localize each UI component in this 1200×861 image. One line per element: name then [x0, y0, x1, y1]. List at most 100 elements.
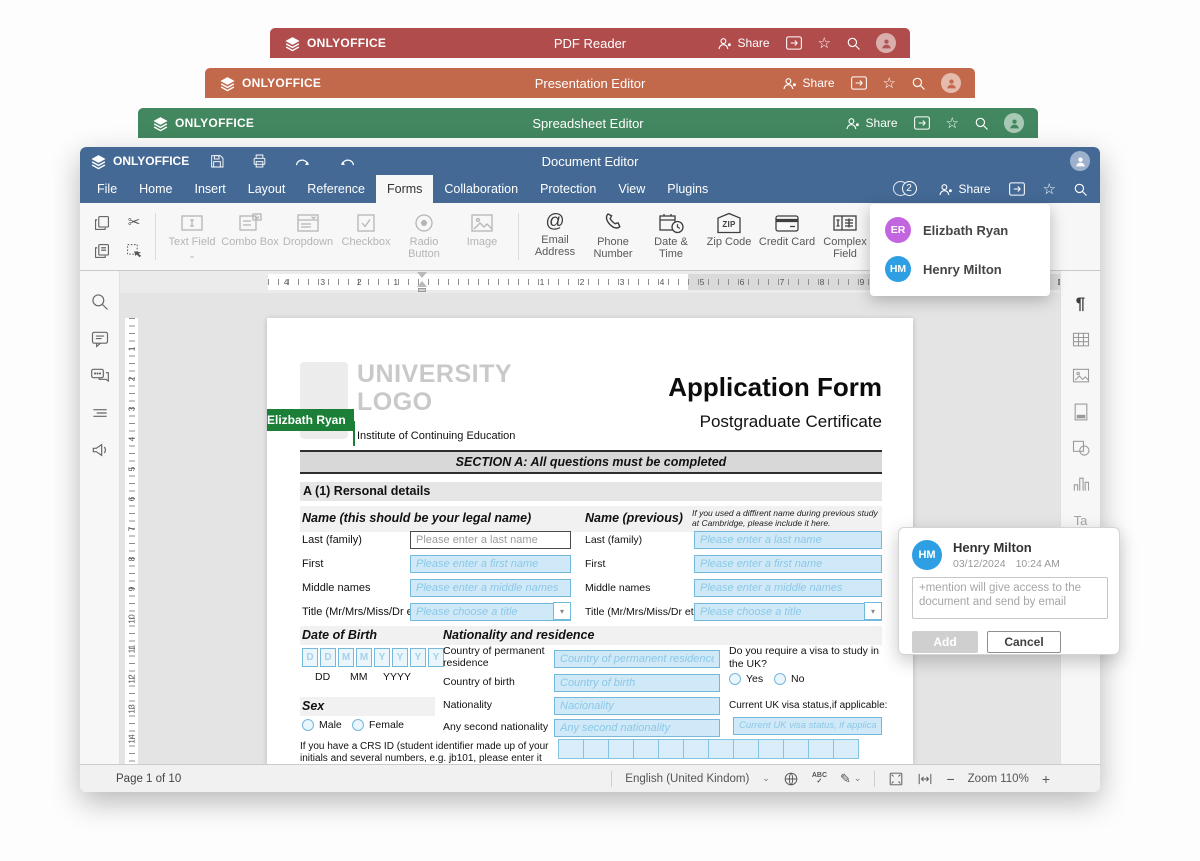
- sex-male-option[interactable]: Male: [302, 719, 342, 731]
- active-users-badge[interactable]: 2: [893, 180, 921, 198]
- comments-icon[interactable]: [89, 328, 111, 350]
- feedback-icon[interactable]: [89, 439, 111, 461]
- tab-home[interactable]: Home: [128, 175, 183, 203]
- tab-layout[interactable]: Layout: [237, 175, 297, 203]
- comment-input[interactable]: [912, 577, 1108, 619]
- radio-icon[interactable]: [774, 673, 786, 685]
- cancel-comment-button[interactable]: Cancel: [987, 631, 1061, 653]
- zoom-level[interactable]: Zoom 110%: [968, 773, 1029, 785]
- indent-marker[interactable]: [417, 272, 427, 292]
- open-file-location-icon[interactable]: [785, 35, 803, 51]
- share-button[interactable]: Share: [782, 76, 835, 91]
- window-spreadsheet-editor-titlebar[interactable]: ONLYOFFICE Spreadsheet Editor Share ☆: [138, 108, 1038, 138]
- first-name-prev-input[interactable]: [694, 555, 882, 573]
- window-presentation-editor-titlebar[interactable]: ONLYOFFICE Presentation Editor Share ☆: [205, 68, 975, 98]
- tab-file[interactable]: File: [86, 175, 128, 203]
- search-icon[interactable]: [911, 76, 926, 91]
- tab-collaboration[interactable]: Collaboration: [433, 175, 529, 203]
- credit-card-button[interactable]: Credit Card: [758, 203, 816, 270]
- radio-icon[interactable]: [352, 719, 364, 731]
- open-file-location-icon[interactable]: [850, 75, 868, 91]
- open-file-location-icon[interactable]: [1008, 181, 1026, 197]
- search-icon[interactable]: [974, 116, 989, 131]
- window-pdf-reader-titlebar[interactable]: ONLYOFFICE PDF Reader Share ☆: [270, 28, 910, 58]
- title-combo-input[interactable]: [410, 603, 571, 621]
- image-button[interactable]: Image: [453, 203, 511, 270]
- dob-boxes[interactable]: DDMMYYYY: [302, 648, 444, 667]
- paragraph-settings-icon[interactable]: ¶: [1070, 293, 1092, 315]
- table-settings-icon[interactable]: [1070, 329, 1092, 351]
- phone-number-button[interactable]: Phone Number: [584, 203, 642, 270]
- save-icon[interactable]: [209, 153, 225, 169]
- sex-female-option[interactable]: Female: [352, 719, 404, 731]
- search-icon[interactable]: [846, 36, 861, 51]
- redo-icon[interactable]: [294, 155, 312, 167]
- country-birth-input[interactable]: [554, 674, 720, 692]
- tab-view[interactable]: View: [607, 175, 656, 203]
- header-footer-settings-icon[interactable]: [1070, 401, 1092, 423]
- radio-icon[interactable]: [729, 673, 741, 685]
- tab-forms[interactable]: Forms: [376, 175, 433, 203]
- document-editor-titlebar[interactable]: ONLYOFFICE Document Editor: [80, 147, 1100, 175]
- user-avatar[interactable]: [941, 73, 961, 93]
- share-button[interactable]: Share: [717, 36, 770, 51]
- email-address-button[interactable]: @ Email Address: [526, 203, 584, 270]
- select-all-icon[interactable]: [122, 238, 146, 264]
- visa-status-input[interactable]: [733, 717, 882, 735]
- middle-names-prev-input[interactable]: [694, 579, 882, 597]
- checkbox-button[interactable]: Checkbox: [337, 203, 395, 270]
- tab-insert[interactable]: Insert: [184, 175, 237, 203]
- spellcheck-icon[interactable]: ABC✓: [812, 773, 827, 785]
- undo-icon[interactable]: [338, 155, 356, 167]
- page-indicator[interactable]: Page 1 of 10: [116, 773, 181, 785]
- fit-page-icon[interactable]: [888, 771, 904, 787]
- first-name-input[interactable]: [410, 555, 571, 573]
- fit-width-icon[interactable]: [917, 771, 933, 787]
- text-field-button[interactable]: Text Field ⌄: [163, 203, 221, 270]
- user-list-item[interactable]: ER Elizbath Ryan: [885, 217, 1035, 243]
- cut-icon[interactable]: ✂: [122, 210, 146, 236]
- zip-code-button[interactable]: ZIP Zip Code: [700, 203, 758, 270]
- tab-reference[interactable]: Reference: [296, 175, 376, 203]
- user-avatar[interactable]: [876, 33, 896, 53]
- perm-residence-input[interactable]: [554, 650, 720, 668]
- add-comment-button[interactable]: Add: [912, 631, 978, 653]
- favorite-star-icon[interactable]: ☆: [946, 116, 959, 131]
- favorite-star-icon[interactable]: ☆: [883, 76, 896, 91]
- chat-icon[interactable]: [89, 365, 111, 387]
- image-settings-icon[interactable]: [1070, 365, 1092, 387]
- paste-icon[interactable]: [90, 238, 114, 264]
- document-page[interactable]: UNIVERSITY LOGO Elizbath Ryan Institute …: [267, 318, 913, 764]
- document-language-globe-icon[interactable]: [783, 771, 799, 787]
- visa-yes-option[interactable]: Yes: [729, 673, 763, 685]
- shape-settings-icon[interactable]: [1070, 437, 1092, 459]
- radio-button-button[interactable]: Radio Button: [395, 203, 453, 270]
- visa-no-option[interactable]: No: [774, 673, 804, 685]
- last-name-prev-input[interactable]: [694, 531, 882, 549]
- second-nationality-input[interactable]: [554, 719, 720, 737]
- share-button[interactable]: Share: [938, 182, 991, 197]
- chevron-down-icon[interactable]: ⌄: [188, 250, 196, 262]
- zoom-out-button[interactable]: −: [946, 772, 954, 786]
- favorite-star-icon[interactable]: ☆: [818, 36, 831, 51]
- middle-names-input[interactable]: [410, 579, 571, 597]
- favorite-star-icon[interactable]: ☆: [1043, 182, 1056, 197]
- share-button[interactable]: Share: [845, 116, 898, 131]
- headings-navigation-icon[interactable]: [89, 402, 111, 424]
- copy-icon[interactable]: [90, 210, 114, 236]
- title-prev-dropdown-arrow[interactable]: ▾: [864, 602, 882, 620]
- title-prev-combo-input[interactable]: [694, 603, 882, 621]
- tab-protection[interactable]: Protection: [529, 175, 607, 203]
- crs-boxes[interactable]: [559, 739, 859, 759]
- tab-plugins[interactable]: Plugins: [656, 175, 719, 203]
- nationality-input[interactable]: [554, 697, 720, 715]
- search-icon[interactable]: [89, 291, 111, 313]
- open-file-location-icon[interactable]: [913, 115, 931, 131]
- vertical-ruler[interactable]: 1234567891011121314: [125, 318, 138, 764]
- dropdown-button[interactable]: Dropdown: [279, 203, 337, 270]
- date-time-button[interactable]: Date & Time: [642, 203, 700, 270]
- last-name-input[interactable]: [410, 531, 571, 549]
- user-avatar[interactable]: [1004, 113, 1024, 133]
- user-avatar[interactable]: [1070, 151, 1090, 171]
- chevron-down-icon[interactable]: ⌄: [762, 773, 770, 784]
